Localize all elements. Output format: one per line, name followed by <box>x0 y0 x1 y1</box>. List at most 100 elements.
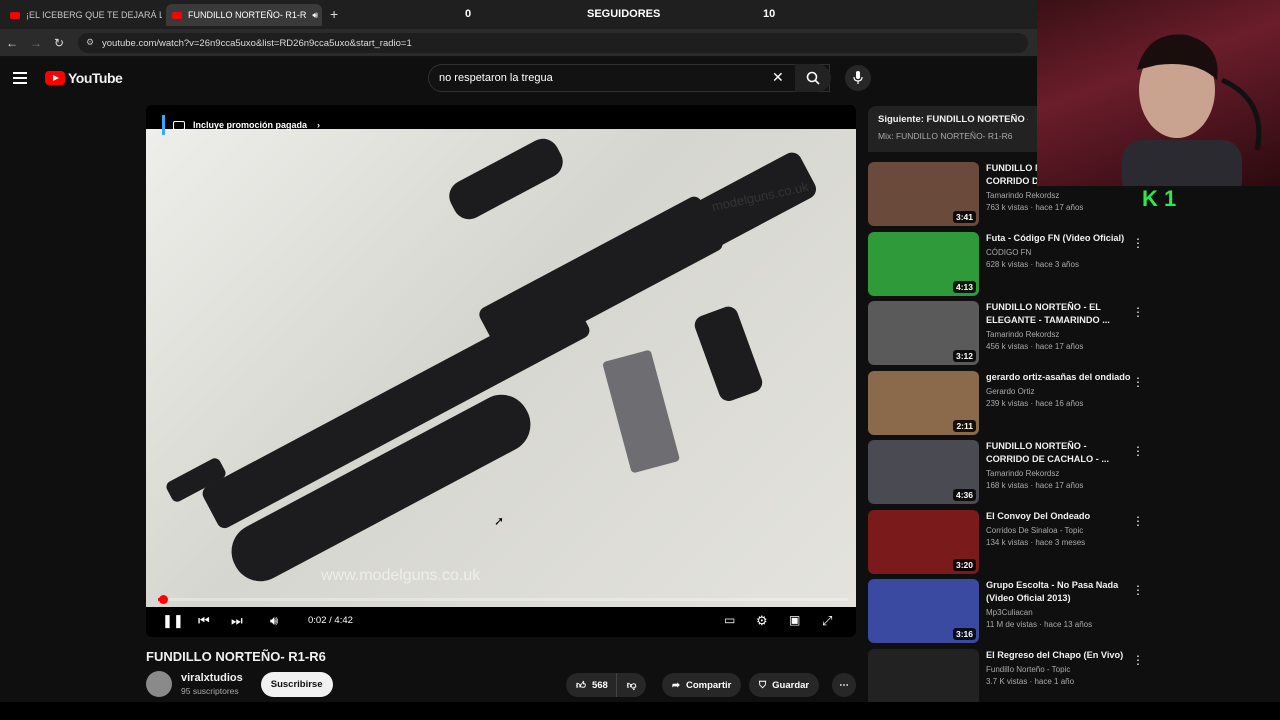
like-button[interactable]: 👍︎ 568 <box>566 673 616 697</box>
menu-icon[interactable] <box>13 72 27 87</box>
video-thumbnail[interactable]: 3:20 <box>868 510 979 574</box>
tab-label: FUNDILLO NORTEÑO- R1-R <box>188 10 307 20</box>
back-icon[interactable]: ← <box>6 36 18 50</box>
url-field[interactable]: ⚙︎ youtube.com/watch?v=26n9cca5uxo&list=… <box>78 33 1028 53</box>
recommended-video[interactable]: 3:20 El Convoy Del Ondeado Corridos De Sin… <box>868 510 1148 574</box>
video-title[interactable]: FUNDILLO NORTEÑO - EL ELEGANTE - TAMARIN… <box>986 301 1132 327</box>
channel-avatar[interactable] <box>146 671 172 697</box>
video-thumbnail[interactable]: 3:41 <box>868 162 979 226</box>
video-player[interactable]: www.modelguns.co.uk modelguns.co.uk ➚ In… <box>146 105 856 637</box>
video-duration: 3:16 <box>952 628 976 640</box>
video-thumbnail[interactable]: 4:36 <box>868 440 979 504</box>
channel-name[interactable]: Gerardo Ortiz <box>986 387 1132 396</box>
channel-name[interactable]: Tamarindo Rekordsz <box>986 330 1132 339</box>
close-icon[interactable]: × <box>318 9 322 21</box>
promotion-icon <box>173 120 185 130</box>
search-input[interactable]: no respetaron la tregua <box>428 64 830 92</box>
more-vert-icon[interactable]: ⋮ <box>1132 236 1144 250</box>
video-thumbnail[interactable]: 3:16 <box>868 579 979 643</box>
next-up-label: Siguiente: FUNDILLO NORTEÑO - EL E <box>878 114 1028 125</box>
video-title[interactable]: El Regreso del Chapo (En Vivo) <box>986 649 1132 662</box>
more-vert-icon[interactable]: ⋮ <box>1132 375 1144 389</box>
channel-name[interactable]: Corridos De Sinaloa - Topic <box>986 526 1132 535</box>
thumbs-down-icon: 👎︎ <box>626 680 637 691</box>
more-vert-icon[interactable]: ⋮ <box>1132 444 1144 458</box>
recommended-video[interactable]: 3:12 FUNDILLO NORTEÑO - EL ELEGANTE - TAM… <box>868 301 1148 365</box>
video-title[interactable]: Futa - Código FN (Video Oficial) <box>986 232 1132 245</box>
channel-name[interactable]: Tamarindo Rekordsz <box>986 191 1132 200</box>
follower-count-left: 0 <box>465 8 472 20</box>
view-stats: 239 k vistas · hace 16 años <box>986 399 1084 408</box>
more-vert-icon[interactable]: ⋮ <box>1132 305 1144 319</box>
paid-promotion-banner[interactable]: Incluye promoción pagada › <box>162 115 320 135</box>
recommended-video[interactable]: 4:13 Futa - Código FN (Video Oficial) CÓDI… <box>868 232 1148 296</box>
recommended-video[interactable]: 3:16 Grupo Escolta - No Pasa Nada (Video … <box>868 579 1148 643</box>
logo-text: YouTube <box>68 70 123 86</box>
miniplayer-icon[interactable]: ▣ <box>789 613 800 627</box>
channel-name[interactable]: Fundillo Norteño - Topic <box>986 665 1132 674</box>
save-button[interactable]: ⛉ Guardar <box>749 673 820 697</box>
search-value: no respetaron la tregua <box>439 72 553 84</box>
progress-bar[interactable] <box>158 595 848 604</box>
clear-search-icon[interactable]: ✕ <box>772 69 784 86</box>
player-controls: ❚❚ ⏮︎ ⏭︎ 🔊︎ 0:02 / 4:42 ▭ ⚙︎ ▣ ⤢ <box>146 607 856 637</box>
video-duration: 3:20 <box>952 559 976 571</box>
video-duration: 2:11 <box>953 420 976 432</box>
more-vert-icon[interactable]: ⋮ <box>1132 514 1144 528</box>
channel-row: viralxtudios 95 suscriptores Suscribirse <box>146 671 333 697</box>
video-thumbnail[interactable]: 4:13 <box>868 232 979 296</box>
volume-icon[interactable]: 🔊︎ <box>270 613 278 629</box>
video-duration: 3:41 <box>952 211 976 223</box>
subscribe-button[interactable]: Suscribirse <box>260 671 333 697</box>
recommended-video[interactable]: 2:11 gerardo ortiz-asañas del ondiado Gera… <box>868 371 1148 435</box>
voice-search-button[interactable] <box>845 65 871 91</box>
youtube-logo[interactable]: YouTube <box>45 70 123 86</box>
channel-name[interactable]: Mp3Culiacan <box>986 608 1132 617</box>
share-button[interactable]: ➦ Compartir <box>662 673 742 697</box>
video-title[interactable]: Grupo Escolta - No Pasa Nada (Video Ofic… <box>986 579 1132 605</box>
channel-name[interactable]: CÓDIGO FN <box>986 248 1132 257</box>
channel-name[interactable]: viralxtudios <box>181 672 243 684</box>
previous-icon[interactable]: ⏮︎ <box>198 613 210 629</box>
more-group: ⋯ <box>832 673 856 697</box>
subtitles-icon[interactable]: ▭ <box>724 613 735 627</box>
channel-name[interactable]: Tamarindo Rekordsz <box>986 469 1132 478</box>
video-thumbnail[interactable]: 3:12 <box>868 301 979 365</box>
browser-tab-active[interactable]: FUNDILLO NORTEÑO- R1-R 🔊︎ × <box>166 4 322 26</box>
follower-count-right: 10 <box>763 8 776 20</box>
forward-icon[interactable]: → <box>30 36 42 50</box>
more-vert-icon[interactable]: ⋮ <box>1132 583 1144 597</box>
playlist-header[interactable]: Siguiente: FUNDILLO NORTEÑO - EL E Mix: … <box>868 106 1038 152</box>
more-vert-icon[interactable]: ⋮ <box>1132 653 1144 667</box>
view-stats: 134 k vistas · hace 3 meses <box>986 538 1086 547</box>
next-icon[interactable]: ⏭︎ <box>231 613 243 629</box>
pause-icon[interactable]: ❚❚ <box>162 613 184 629</box>
dislike-button[interactable]: 👎︎ <box>615 673 647 697</box>
watermark-text: www.modelguns.co.uk <box>321 567 481 584</box>
recommended-video[interactable]: 4:36 FUNDILLO NORTEÑO - CORRIDO DE CACHAL… <box>868 440 1148 504</box>
subscriber-count: 95 suscriptores <box>181 686 239 696</box>
browser-tab[interactable]: ¡EL ICEBERG QUE TE DEJARÁ LO × <box>4 4 162 26</box>
site-info-icon[interactable]: ⚙︎ <box>86 37 94 48</box>
chevron-right-icon: › <box>317 120 321 130</box>
video-duration: 4:36 <box>952 489 976 501</box>
view-stats: 628 k vistas · hace 3 años <box>986 260 1079 269</box>
more-icon: ⋯ <box>839 679 849 691</box>
new-tab-icon[interactable]: + <box>330 6 338 22</box>
video-title[interactable]: gerardo ortiz-asañas del ondiado <box>986 371 1132 384</box>
stream-badge-text: K 1 <box>1142 186 1177 211</box>
video-thumbnail[interactable]: 2:11 <box>868 371 979 435</box>
promo-label: Incluye promoción pagada <box>193 120 308 130</box>
video-frame[interactable]: www.modelguns.co.uk modelguns.co.uk ➚ <box>146 129 856 607</box>
bookmark-icon: ⛉ <box>759 679 767 691</box>
more-actions-button[interactable]: ⋯ <box>832 673 856 697</box>
scrubber-handle[interactable] <box>158 595 168 604</box>
reload-icon[interactable]: ↻ <box>54 36 64 50</box>
fullscreen-icon[interactable]: ⤢ <box>822 613 832 629</box>
followers-label: SEGUIDORES <box>587 8 661 20</box>
video-title[interactable]: FUNDILLO NORTEÑO - CORRIDO DE CACHALO - … <box>986 440 1132 466</box>
settings-icon[interactable]: ⚙︎ <box>756 613 768 629</box>
video-title[interactable]: El Convoy Del Ondeado <box>986 510 1132 523</box>
share-group: ➦ Compartir <box>662 673 742 697</box>
search-button[interactable] <box>795 64 831 92</box>
